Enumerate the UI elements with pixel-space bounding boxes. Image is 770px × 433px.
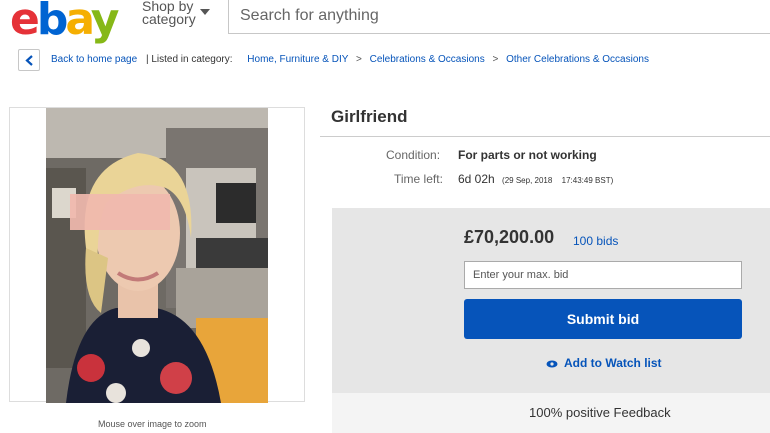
logo-letter-b: b bbox=[36, 0, 68, 45]
shop-by-category-button[interactable]: Shop by category bbox=[142, 0, 210, 27]
category-link-other[interactable]: Other Celebrations & Occasions bbox=[506, 54, 649, 65]
bid-count-link[interactable]: 100 bids bbox=[573, 234, 618, 248]
submit-bid-button[interactable]: Submit bid bbox=[464, 299, 742, 339]
listing-photo-illustration bbox=[46, 108, 268, 403]
category-link-celebrations[interactable]: Celebrations & Occasions bbox=[370, 54, 485, 65]
divider bbox=[320, 136, 770, 137]
watch-label: Add to Watch list bbox=[564, 356, 662, 370]
breadcrumb-separator: > bbox=[356, 54, 362, 65]
logo-letter-y: y bbox=[90, 0, 120, 45]
chevron-left-icon bbox=[25, 55, 33, 66]
current-price: £70,200.00 bbox=[464, 227, 555, 247]
listing-photo[interactable] bbox=[46, 108, 268, 403]
listed-in-label: | Listed in category: bbox=[145, 54, 233, 65]
back-to-home-link[interactable]: Back to home page bbox=[51, 54, 137, 65]
back-button[interactable] bbox=[18, 49, 40, 71]
category-label: category bbox=[142, 11, 196, 27]
category-link-home[interactable]: Home, Furniture & DIY bbox=[247, 54, 348, 65]
breadcrumb-separator: > bbox=[492, 54, 499, 65]
caret-down-icon bbox=[200, 9, 210, 15]
breadcrumb: Back to home page | Listed in category: … bbox=[51, 54, 649, 65]
add-to-watch-list-link[interactable]: Add to Watch list bbox=[546, 356, 662, 370]
time-left-label: Time left: bbox=[394, 172, 443, 186]
time-left-date: (29 Sep, 2018 bbox=[502, 176, 553, 185]
search-placeholder: Search for anything bbox=[240, 7, 379, 24]
condition-label: Condition: bbox=[386, 148, 441, 162]
seller-feedback: 100% positive Feedback bbox=[529, 405, 671, 420]
max-bid-input[interactable]: Enter your max. bid bbox=[464, 261, 742, 289]
time-left-time: 17:43:49 BST) bbox=[561, 176, 614, 185]
time-left-duration: 6d 02h bbox=[458, 172, 495, 186]
logo-letter-a: a bbox=[65, 0, 93, 45]
search-input[interactable]: Search for anything bbox=[228, 0, 770, 34]
time-left-value: 6d 02h (29 Sep, 2018 17:43:49 BST) bbox=[458, 172, 613, 186]
max-bid-placeholder: Enter your max. bid bbox=[473, 269, 569, 281]
logo-letter-e: e bbox=[10, 0, 40, 45]
eye-icon bbox=[546, 360, 558, 368]
condition-value: For parts or not working bbox=[458, 148, 597, 162]
item-title: Girlfriend bbox=[331, 107, 408, 126]
zoom-hint: Mouse over image to zoom bbox=[98, 419, 207, 429]
ebay-logo[interactable]: ebay bbox=[10, 0, 120, 46]
